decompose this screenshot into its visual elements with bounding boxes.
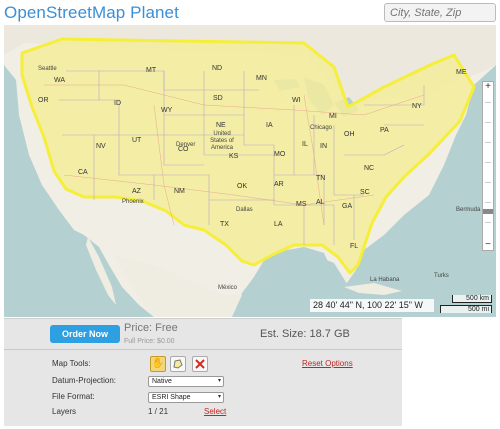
file-format-select[interactable]: ESRI Shape ▾ <box>148 392 224 403</box>
label-ut: UT <box>132 137 142 144</box>
label-pa: PA <box>380 127 389 134</box>
polygon-tool-button[interactable] <box>170 356 186 372</box>
chevron-down-icon: ▾ <box>217 378 221 384</box>
label-ne: NE <box>216 122 226 129</box>
chevron-down-icon: ▾ <box>217 394 221 400</box>
hand-tool-button[interactable]: ✋ <box>150 356 166 372</box>
label-la: LA <box>274 221 283 228</box>
label-sc: SC <box>360 189 370 196</box>
label-mi: MI <box>329 113 337 120</box>
reset-options-link[interactable]: Reset Options <box>302 359 353 368</box>
label-wy: WY <box>161 107 173 114</box>
label-ok: OK <box>237 183 248 190</box>
label-tn: TN <box>316 175 326 182</box>
zoom-control[interactable]: + − <box>482 81 494 251</box>
clear-icon <box>195 359 205 369</box>
label-ar: AR <box>274 181 284 188</box>
order-panel: Order Now Price: Free Full Price: $0.00 … <box>4 318 402 426</box>
datum-projection-select[interactable]: Native ▾ <box>148 376 224 387</box>
label-mt: MT <box>146 67 157 74</box>
label-il: IL <box>302 141 308 148</box>
datum-projection-label: Datum-Projection: <box>52 376 117 385</box>
clear-tool-button[interactable] <box>192 356 208 372</box>
datum-projection-value: Native <box>152 378 172 385</box>
zoom-out-button[interactable]: − <box>483 240 493 250</box>
price: Price: Free <box>124 322 178 334</box>
label-al: AL <box>316 199 325 206</box>
label-wa: WA <box>54 77 66 84</box>
scale-km: 500 km <box>452 295 492 303</box>
scale-mi: 500 mi <box>440 305 492 313</box>
label-ms: MS <box>296 201 307 208</box>
order-now-button[interactable]: Order Now <box>50 325 120 343</box>
estimated-size: Est. Size: 18.7 GB <box>260 328 350 340</box>
label-id: ID <box>114 100 121 107</box>
label-me: ME <box>456 69 467 76</box>
zoom-in-button[interactable]: + <box>483 82 493 92</box>
label-dallas: Dallas <box>236 207 253 213</box>
label-mn: MN <box>256 75 267 82</box>
label-bermuda: Bermuda <box>456 207 481 213</box>
label-chicago: Chicago <box>310 125 333 131</box>
label-seattle: Seattle <box>38 66 57 72</box>
divider <box>4 349 402 350</box>
layers-count: 1 / 21 <box>148 407 169 416</box>
label-wi: WI <box>292 97 301 104</box>
label-mexico: México <box>218 285 238 291</box>
label-denver: Denver <box>176 142 196 148</box>
label-turks: Turks <box>434 273 449 279</box>
cursor-coordinates: 28 40' 44" N, 100 22' 15" W <box>310 299 434 312</box>
label-fl: FL <box>350 243 359 250</box>
label-ny: NY <box>412 103 422 110</box>
label-mo: MO <box>274 151 286 158</box>
header: OpenStreetMap Planet <box>0 0 500 24</box>
label-ia: IA <box>266 122 273 129</box>
layers-select-link[interactable]: Select <box>204 407 226 416</box>
label-nv: NV <box>96 143 106 150</box>
scale-bar: 500 km 500 mi <box>436 295 494 317</box>
label-phoenix: Phoenix <box>122 199 144 205</box>
label-ks: KS <box>229 153 239 160</box>
hand-icon: ✋ <box>151 358 165 369</box>
label-in: IN <box>320 143 327 150</box>
polygon-icon <box>173 359 183 369</box>
map-tools-label: Map Tools: <box>52 359 91 368</box>
label-united-states: United States of America <box>210 131 234 151</box>
label-ca: CA <box>78 169 88 176</box>
map-view[interactable]: Seattle WA MT ND MN OR ID SD WI MI NY ME… <box>4 25 496 317</box>
full-price: Full Price: $0.00 <box>124 338 175 345</box>
label-nd: ND <box>212 65 223 72</box>
label-sd: SD <box>213 95 223 102</box>
label-tx: TX <box>220 221 229 228</box>
label-or: OR <box>38 97 49 104</box>
search-input[interactable] <box>384 3 496 22</box>
label-az: AZ <box>132 188 141 195</box>
app-title: OpenStreetMap Planet <box>4 3 179 22</box>
file-format-label: File Format: <box>52 392 95 401</box>
label-oh: OH <box>344 131 355 138</box>
label-nc: NC <box>364 165 375 172</box>
label-havana: La Habana <box>370 277 400 283</box>
label-nm: NM <box>174 188 185 195</box>
zoom-slider-handle[interactable] <box>483 209 493 214</box>
label-ga: GA <box>342 203 353 210</box>
layers-label: Layers <box>52 407 77 416</box>
file-format-value: ESRI Shape <box>152 394 191 401</box>
